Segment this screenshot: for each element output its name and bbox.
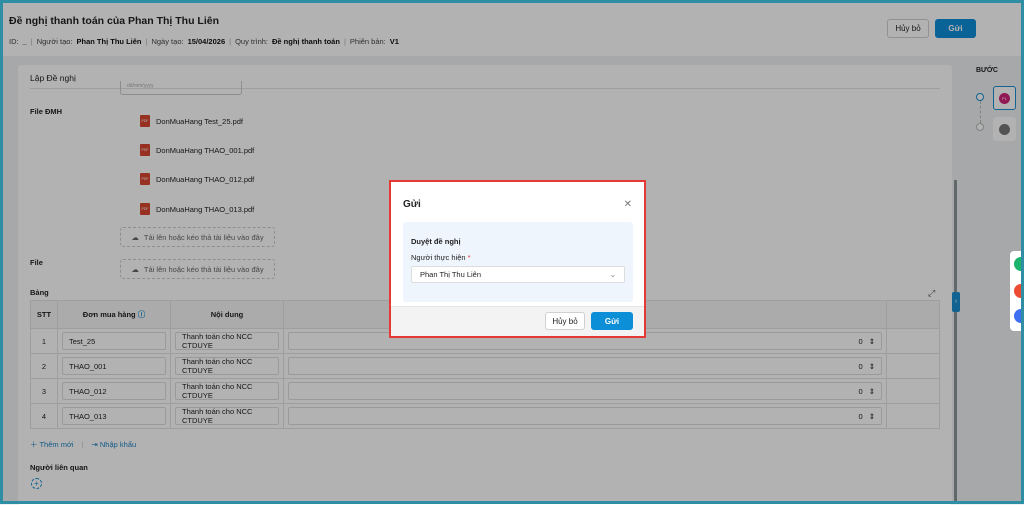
assignee-select[interactable]: Phan Thị Thu Liên ⌄ [411, 266, 625, 283]
chat-icon[interactable] [1014, 257, 1024, 271]
modal-footer: Hủy bỏ Gửi [391, 306, 644, 336]
assignee-label: Người thực hiện * [411, 253, 471, 262]
chevron-down-icon: ⌄ [609, 270, 616, 279]
support-icon[interactable] [1014, 309, 1024, 323]
section-heading: Duyệt đề nghị [411, 237, 461, 246]
modal-cancel-button[interactable]: Hủy bỏ [545, 312, 585, 330]
approval-section: Duyệt đề nghị Người thực hiện * Phan Thị… [403, 222, 633, 302]
floating-actions [1010, 251, 1024, 331]
modal-send-button[interactable]: Gửi [591, 312, 633, 330]
send-modal: Gửi ✕ Duyệt đề nghị Người thực hiện * Ph… [389, 180, 646, 338]
notification-icon[interactable] [1014, 284, 1024, 298]
close-icon[interactable]: ✕ [624, 199, 632, 210]
modal-title: Gửi [403, 199, 421, 210]
